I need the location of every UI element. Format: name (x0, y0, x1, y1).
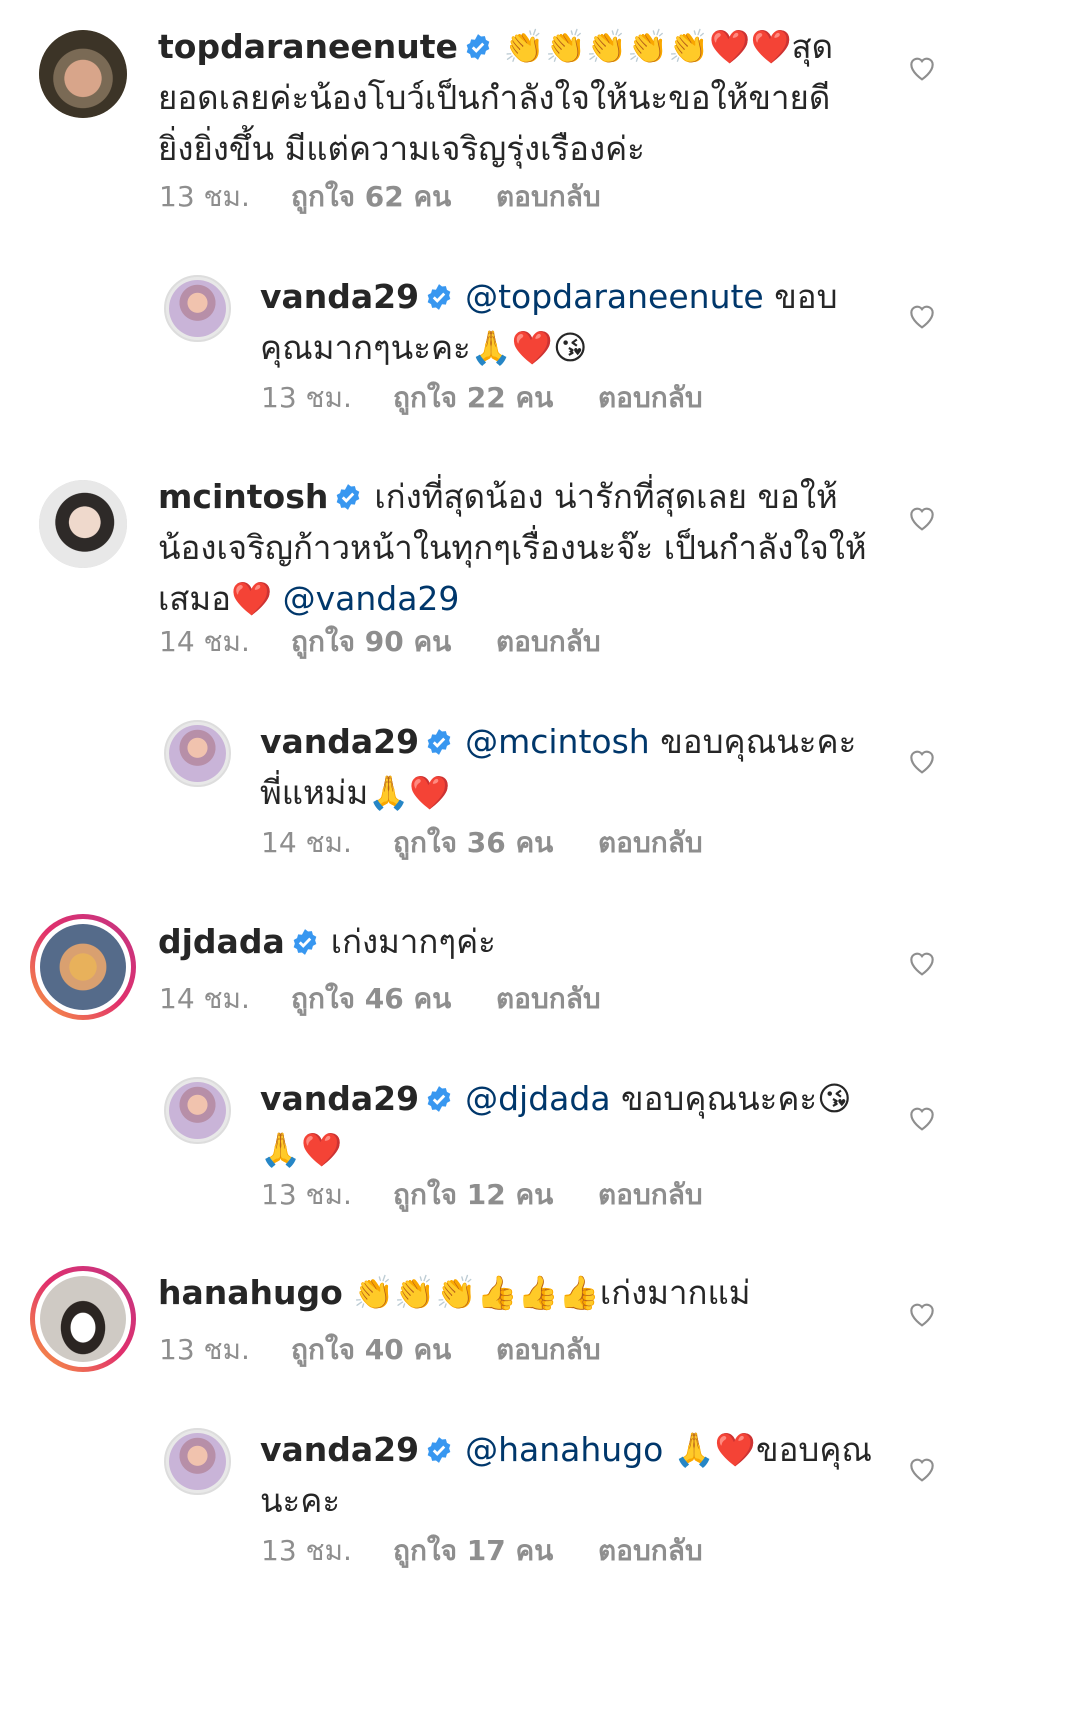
username[interactable]: vanda29 (260, 1079, 419, 1118)
avatar[interactable] (39, 30, 127, 118)
heart-outline-icon[interactable] (906, 52, 938, 84)
heart-outline-icon[interactable] (906, 300, 938, 332)
comment-text: topdaraneenute 👏👏👏👏👏❤️❤️สุดยอดเลยค่ะน้องโ… (158, 21, 858, 174)
verified-badge-icon (427, 1437, 451, 1463)
avatar[interactable] (164, 1077, 231, 1144)
username[interactable]: djdada (158, 922, 285, 961)
verified-badge-icon (427, 1086, 451, 1112)
mention-link[interactable]: @mcintosh (465, 722, 650, 761)
username[interactable]: vanda29 (260, 722, 419, 761)
username[interactable]: topdaraneenute (158, 27, 458, 66)
mention-link[interactable]: @vanda29 (283, 579, 460, 618)
comment-meta: 14 ชม. ถูกใจ 46 คน ตอบกลับ (159, 977, 601, 1021)
username[interactable]: mcintosh (158, 477, 328, 516)
heart-outline-icon[interactable] (906, 1453, 938, 1485)
reply-button[interactable]: ตอบกลับ (598, 821, 703, 865)
mention-link[interactable]: @djdada (465, 1079, 610, 1118)
username[interactable]: vanda29 (260, 1430, 419, 1469)
verified-badge-icon (427, 284, 451, 310)
mention-link[interactable]: @hanahugo (465, 1430, 663, 1469)
mention-link[interactable]: @topdaraneenute (465, 277, 764, 316)
heart-outline-icon[interactable] (906, 1298, 938, 1330)
comment-text: djdada เก่งมากๆค่ะ (158, 916, 858, 967)
avatar[interactable] (39, 480, 127, 568)
comments-list: topdaraneenute 👏👏👏👏👏❤️❤️สุดยอดเลยค่ะน้องโ… (0, 0, 1079, 1709)
comment-meta: 13 ชม. ถูกใจ 40 คน ตอบกลับ (159, 1328, 601, 1372)
timestamp: 13 ชม. (261, 1534, 352, 1567)
timestamp: 13 ชม. (261, 381, 352, 414)
avatar[interactable] (164, 275, 231, 342)
likes-count[interactable]: ถูกใจ 90 คน (291, 620, 496, 664)
comment-meta: 13 ชม. ถูกใจ 22 คน ตอบกลับ (261, 376, 703, 420)
timestamp: 13 ชม. (159, 1333, 250, 1366)
reply-button[interactable]: ตอบกลับ (598, 1173, 703, 1217)
avatar[interactable] (164, 1428, 231, 1495)
reply-button[interactable]: ตอบกลับ (496, 1328, 601, 1372)
comment-text: hanahugo 👏👏👏👍👍👍เก่งมากแม่ (158, 1267, 858, 1318)
reply-button[interactable]: ตอบกลับ (496, 977, 601, 1021)
heart-outline-icon[interactable] (906, 1102, 938, 1134)
comment-body: เก่งมากๆค่ะ (330, 922, 496, 961)
likes-count[interactable]: ถูกใจ 22 คน (393, 376, 598, 420)
likes-count[interactable]: ถูกใจ 62 คน (291, 175, 496, 219)
verified-badge-icon (427, 729, 451, 755)
verified-badge-icon (466, 34, 490, 60)
username[interactable]: vanda29 (260, 277, 419, 316)
timestamp: 13 ชม. (159, 180, 250, 213)
avatar[interactable] (164, 720, 231, 787)
comment-text: vanda29 @topdaraneenute ขอบคุณมากๆนะคะ🙏❤️… (260, 271, 860, 373)
comment-meta: 13 ชม. ถูกใจ 17 คน ตอบกลับ (261, 1529, 703, 1573)
comment-text: vanda29 @mcintosh ขอบคุณนะคะพี่แหม่ม🙏❤️ (260, 716, 860, 818)
reply-button[interactable]: ตอบกลับ (598, 1529, 703, 1573)
comment-text: vanda29 @hanahugo 🙏❤️ขอบคุณนะคะ (260, 1424, 880, 1526)
avatar[interactable] (30, 914, 136, 1020)
comment-meta: 14 ชม. ถูกใจ 36 คน ตอบกลับ (261, 821, 703, 865)
verified-badge-icon (337, 484, 360, 510)
avatar[interactable] (30, 1266, 136, 1372)
comment-text: mcintosh เก่งที่สุดน้อง น่ารักที่สุดเลย ข… (158, 471, 878, 624)
timestamp: 14 ชม. (159, 625, 250, 658)
heart-outline-icon[interactable] (906, 502, 938, 534)
likes-count[interactable]: ถูกใจ 17 คน (393, 1529, 598, 1573)
likes-count[interactable]: ถูกใจ 40 คน (291, 1328, 496, 1372)
likes-count[interactable]: ถูกใจ 36 คน (393, 821, 598, 865)
comment-body: 👏👏👏👍👍👍เก่งมากแม่ (353, 1273, 751, 1312)
timestamp: 14 ชม. (159, 982, 250, 1015)
heart-outline-icon[interactable] (906, 947, 938, 979)
reply-button[interactable]: ตอบกลับ (496, 175, 601, 219)
comment-text: vanda29 @djdada ขอบคุณนะคะ😘🙏❤️ (260, 1073, 880, 1175)
username[interactable]: hanahugo (158, 1273, 343, 1312)
timestamp: 13 ชม. (261, 1178, 352, 1211)
reply-button[interactable]: ตอบกลับ (496, 620, 601, 664)
comment-meta: 13 ชม. ถูกใจ 62 คน ตอบกลับ (159, 175, 601, 219)
heart-outline-icon[interactable] (906, 745, 938, 777)
comment-meta: 14 ชม. ถูกใจ 90 คน ตอบกลับ (159, 620, 601, 664)
likes-count[interactable]: ถูกใจ 12 คน (393, 1173, 598, 1217)
timestamp: 14 ชม. (261, 826, 352, 859)
verified-badge-icon (293, 929, 317, 955)
comment-meta: 13 ชม. ถูกใจ 12 คน ตอบกลับ (261, 1173, 703, 1217)
likes-count[interactable]: ถูกใจ 46 คน (291, 977, 496, 1021)
reply-button[interactable]: ตอบกลับ (598, 376, 703, 420)
